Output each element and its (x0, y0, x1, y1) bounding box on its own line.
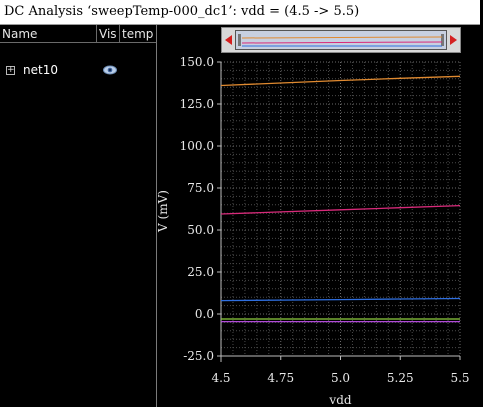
expand-plus-icon[interactable]: + (6, 66, 15, 75)
waveform-chart: -25.0 0.0 25.0 50.0 75.0 100.0 125.0 150.0 4.5 4.… (157, 55, 470, 407)
y-tick-label: 125.0 (180, 97, 214, 111)
x-tick-label: 5.25 (387, 371, 414, 385)
x-tick-label: 4.5 (211, 371, 230, 385)
column-header-temp[interactable]: temp (120, 25, 156, 43)
arrow-right-icon[interactable] (450, 35, 457, 45)
column-header-vis[interactable]: Vis (97, 25, 120, 43)
y-tick-label: 75.0 (187, 181, 214, 195)
y-tick-label: 50.0 (187, 223, 214, 237)
arrow-left-icon[interactable] (225, 35, 232, 45)
y-tick-label: 150.0 (180, 55, 214, 69)
overview-scrollbar[interactable] (221, 27, 461, 53)
overview-thumb[interactable] (235, 30, 447, 50)
eye-icon[interactable] (103, 65, 117, 75)
signal-browser: Name Vis temp + net10 (0, 25, 157, 407)
x-axis-label: vdd (328, 393, 351, 407)
overview-preview (242, 36, 442, 47)
x-tick-label: 5.5 (450, 371, 469, 385)
window-title: DC Analysis ‘sweepTemp-000_dc1’: vdd = (… (4, 4, 360, 19)
x-tick-label: 4.75 (267, 371, 294, 385)
column-header-name[interactable]: Name (0, 25, 97, 43)
y-tick-label: 25.0 (187, 265, 214, 279)
y-axis-label: V (mV) (157, 190, 170, 233)
x-tick-label: 5.0 (331, 371, 350, 385)
thumb-grip-left[interactable] (238, 34, 241, 46)
y-tick-label: 0.0 (195, 307, 214, 321)
window-titlebar: DC Analysis ‘sweepTemp-000_dc1’: vdd = (… (0, 0, 483, 25)
y-tick-label: -25.0 (183, 349, 214, 363)
signal-row-net10[interactable]: + net10 (0, 62, 156, 80)
signal-name: net10 (23, 63, 58, 77)
y-tick-label: 100.0 (180, 139, 214, 153)
